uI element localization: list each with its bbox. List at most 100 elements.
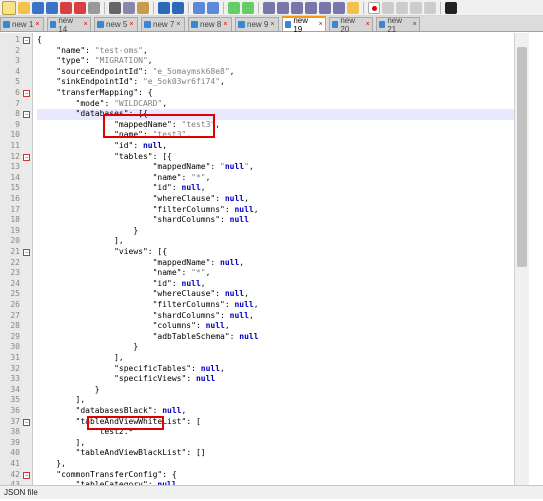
tab-close-icon[interactable]: × xyxy=(319,21,325,28)
code-line[interactable]: "whereClause": null, xyxy=(37,194,514,205)
word-wrap-icon[interactable] xyxy=(277,1,289,14)
tab-new-7[interactable]: new 7 × xyxy=(141,17,185,31)
fold-toggle-icon[interactable]: − xyxy=(23,90,30,97)
run-macro-multiple-icon[interactable] xyxy=(410,1,422,14)
code-line[interactable]: "mappedName": null, xyxy=(37,258,514,269)
code-line[interactable]: "commonTransferConfig": { xyxy=(37,470,514,481)
code-line[interactable]: "views": [{ xyxy=(37,247,514,258)
tab-new-1[interactable]: new 1 × xyxy=(0,17,44,31)
code-line[interactable]: "shardColumns": null xyxy=(37,215,514,226)
line-number: 24 xyxy=(10,278,20,288)
paste-icon[interactable] xyxy=(137,1,149,14)
code-line[interactable]: } xyxy=(37,342,514,353)
code-line[interactable]: "mappedName": "null", xyxy=(37,162,514,173)
code-line[interactable]: ], xyxy=(37,438,514,449)
stop-macro-icon[interactable] xyxy=(382,1,394,14)
fold-toggle-icon[interactable]: − xyxy=(23,37,30,44)
code-line[interactable]: "specificTables": null, xyxy=(37,364,514,375)
tab-new-21[interactable]: new 21 × xyxy=(376,16,420,34)
code-line[interactable]: "filterColumns": null, xyxy=(37,300,514,311)
code-line[interactable]: "tables": [{ xyxy=(37,152,514,163)
zoom-out-icon[interactable] xyxy=(242,1,254,14)
tab-close-icon[interactable]: × xyxy=(84,21,90,28)
code-line[interactable]: "sourceEndpointId": "e_5omaymsk68e8", xyxy=(37,67,514,78)
code-line[interactable]: ], xyxy=(37,395,514,406)
copy-icon[interactable] xyxy=(123,1,135,14)
replace-icon[interactable] xyxy=(207,1,219,14)
fold-toggle-icon[interactable]: − xyxy=(23,418,30,426)
function-list-icon[interactable] xyxy=(333,1,345,14)
tab-close-icon[interactable]: × xyxy=(366,21,372,28)
code-line[interactable]: "id": null, xyxy=(37,141,514,152)
new-file-icon[interactable] xyxy=(2,0,16,15)
folder-workspace-icon[interactable] xyxy=(347,1,359,14)
tab-new-8[interactable]: new 8 × xyxy=(188,17,232,31)
code-line[interactable]: "whereClause": null, xyxy=(37,289,514,300)
close-icon[interactable] xyxy=(60,1,72,14)
find-icon[interactable] xyxy=(193,1,205,14)
all-chars-icon[interactable] xyxy=(291,1,303,14)
code-line[interactable]: "tableAndViewBlackList": [] xyxy=(37,448,514,459)
tab-new-19[interactable]: new 19 × xyxy=(282,16,326,34)
indent-guide-icon[interactable] xyxy=(305,1,317,14)
code-line[interactable]: "name": "*", xyxy=(37,173,514,184)
tab-new-9[interactable]: new 9 × xyxy=(235,17,279,31)
scrollbar-thumb[interactable] xyxy=(517,47,527,267)
record-macro-icon[interactable] xyxy=(368,1,380,14)
code-line[interactable]: } xyxy=(37,385,514,396)
vertical-scrollbar[interactable] xyxy=(514,33,529,485)
tab-new-20[interactable]: new 20 × xyxy=(329,15,373,34)
redo-icon[interactable] xyxy=(172,1,184,14)
code-line[interactable]: "id": null, xyxy=(37,279,514,290)
code-line[interactable]: "filterColumns": null, xyxy=(37,205,514,216)
save-all-icon[interactable] xyxy=(46,1,58,14)
code-line[interactable]: "id": null, xyxy=(37,183,514,194)
play-macro-icon[interactable] xyxy=(396,1,408,14)
code-line[interactable]: "databasesBlack": null, xyxy=(37,406,514,417)
code-line[interactable]: "columns": null, xyxy=(37,321,514,332)
code-line[interactable]: "shardColumns": null, xyxy=(37,311,514,322)
code-line[interactable]: "name": "*", xyxy=(37,268,514,279)
code-line[interactable]: "transferMapping": { xyxy=(37,88,514,99)
print-icon[interactable] xyxy=(88,1,100,14)
file-icon xyxy=(379,21,386,28)
save-macro-icon[interactable] xyxy=(424,1,436,14)
code-line[interactable]: { xyxy=(37,35,514,46)
tab-close-icon[interactable]: × xyxy=(413,21,419,28)
tab-close-icon[interactable]: × xyxy=(176,21,183,28)
fold-margin[interactable]: − − − − − − − xyxy=(22,33,32,485)
tab-close-icon[interactable]: × xyxy=(129,21,136,28)
code-line[interactable]: }, xyxy=(37,459,514,470)
tab-close-icon[interactable]: × xyxy=(35,21,42,28)
code-line[interactable]: "sinkEndpointId": "e_5ok03wr6fi74", xyxy=(37,77,514,88)
sync-scroll-icon[interactable] xyxy=(263,1,275,14)
tab-close-icon[interactable]: × xyxy=(270,21,277,28)
doc-map-icon[interactable] xyxy=(319,1,331,14)
code-line[interactable]: } xyxy=(37,226,514,237)
zoom-in-icon[interactable] xyxy=(228,1,240,14)
fold-toggle-icon[interactable]: − xyxy=(23,249,30,256)
tab-new-5[interactable]: new 5 × xyxy=(94,17,138,31)
code-line[interactable]: ], xyxy=(37,236,514,247)
undo-icon[interactable] xyxy=(158,1,170,14)
fold-toggle-icon[interactable]: − xyxy=(23,471,30,479)
line-number: 31 xyxy=(10,353,20,362)
tab-label: new 20 xyxy=(340,15,356,34)
open-file-icon[interactable] xyxy=(18,1,30,14)
code-line[interactable]: "specificViews": null xyxy=(37,374,514,385)
line-number: 7 xyxy=(15,98,20,108)
code-line[interactable]: "adbTableSchema": null xyxy=(37,332,514,343)
fold-toggle-icon[interactable]: − xyxy=(23,111,30,119)
fold-toggle-icon[interactable]: − xyxy=(23,153,30,161)
close-all-icon[interactable] xyxy=(74,1,86,14)
code-line[interactable]: "name": "test-oms", xyxy=(37,46,514,57)
code-line[interactable]: ], xyxy=(37,353,514,364)
code-line[interactable]: "type": "MIGRATION", xyxy=(37,56,514,67)
tab-new-14[interactable]: new 14 × xyxy=(47,15,91,34)
plugin-icon[interactable] xyxy=(445,1,457,14)
tab-label: new 14 xyxy=(58,15,74,34)
save-icon[interactable] xyxy=(32,1,44,14)
tab-close-icon[interactable]: × xyxy=(223,21,230,28)
cut-icon[interactable] xyxy=(109,1,121,14)
code-line[interactable]: "mode": "WILDCARD", xyxy=(37,99,514,110)
